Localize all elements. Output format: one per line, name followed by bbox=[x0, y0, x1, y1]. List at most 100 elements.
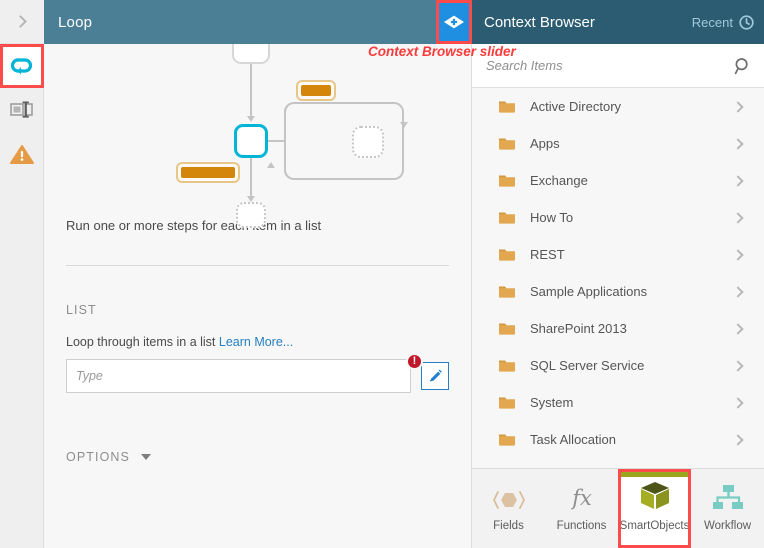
sidebar-item-warnings[interactable] bbox=[0, 132, 44, 176]
list-item-label: REST bbox=[530, 247, 565, 262]
list-item-label: SQL Server Service bbox=[530, 358, 645, 373]
folder-icon bbox=[499, 249, 515, 261]
list-item-label: Task Allocation bbox=[530, 432, 616, 447]
main-content-panel: Run one or more steps for each item in a… bbox=[44, 44, 472, 548]
folder-icon bbox=[499, 434, 515, 446]
list-item-label: Apps bbox=[530, 136, 560, 151]
tab-label: Workflow bbox=[703, 520, 752, 532]
recent-button[interactable]: Recent bbox=[692, 15, 754, 30]
warning-triangle-icon bbox=[10, 144, 34, 164]
tab-workflow[interactable]: Workflow bbox=[691, 469, 764, 548]
folder-icon bbox=[499, 360, 515, 372]
loop-wire-bottom bbox=[284, 102, 404, 180]
chevron-right-icon bbox=[14, 15, 27, 28]
arrow-back-to-loop bbox=[267, 162, 275, 168]
folder-icon bbox=[499, 323, 515, 335]
wire-loop-to-branch bbox=[268, 140, 286, 142]
edit-list-button[interactable] bbox=[421, 362, 449, 390]
list-item-label: System bbox=[530, 395, 574, 410]
search-input[interactable] bbox=[486, 58, 734, 73]
folder-list: Active Directory Apps Exchange How To RE… bbox=[472, 88, 764, 508]
learn-more-link[interactable]: Learn More... bbox=[219, 335, 293, 349]
collapse-panel-button[interactable] bbox=[0, 0, 44, 44]
chevron-right-icon[interactable] bbox=[732, 433, 744, 446]
options-toggle[interactable]: OPTIONS bbox=[66, 450, 449, 464]
field-label-text: Loop through items in a list bbox=[66, 335, 216, 349]
chevron-right-icon[interactable] bbox=[732, 137, 744, 150]
tab-fields[interactable]: Fields bbox=[472, 469, 545, 548]
sidebar-item-properties[interactable] bbox=[0, 88, 44, 132]
recent-label: Recent bbox=[691, 14, 733, 30]
folder-icon bbox=[499, 286, 515, 298]
list-input-row: ! bbox=[66, 353, 449, 393]
workflow-tag-large[interactable] bbox=[176, 162, 240, 183]
chevron-down-icon bbox=[140, 454, 151, 460]
wire-start-to-loop bbox=[250, 64, 252, 118]
list-input[interactable] bbox=[66, 359, 412, 393]
chevron-right-icon[interactable] bbox=[732, 322, 744, 335]
list-item[interactable]: SQL Server Service bbox=[472, 347, 764, 384]
list-item-label: Sample Applications bbox=[530, 284, 648, 299]
chevron-right-icon[interactable] bbox=[732, 174, 744, 187]
chevron-right-icon[interactable] bbox=[732, 248, 744, 261]
clock-icon bbox=[739, 14, 754, 30]
folder-icon bbox=[499, 101, 515, 113]
sidebar-item-loop[interactable] bbox=[0, 44, 44, 88]
wire-loop-to-next bbox=[250, 158, 252, 200]
folder-icon bbox=[499, 397, 515, 409]
list-item[interactable]: SharePoint 2013 bbox=[472, 310, 764, 347]
list-item-label: Exchange bbox=[530, 173, 588, 188]
workflow-hierarchy-icon bbox=[712, 485, 743, 509]
folder-icon bbox=[499, 138, 515, 150]
tab-label: SmartObjects bbox=[619, 520, 690, 532]
tab-functions[interactable]: fx Functions bbox=[545, 469, 618, 548]
loop-icon bbox=[10, 58, 33, 75]
workflow-node-placeholder-right[interactable] bbox=[352, 126, 384, 158]
context-browser-tabs: Fields fx Functions SmartObjects Workflo… bbox=[472, 468, 764, 548]
arrow-into-loop bbox=[247, 116, 255, 122]
list-item[interactable]: Task Allocation bbox=[472, 421, 764, 458]
smartobjects-cube-icon bbox=[640, 482, 669, 509]
chevron-right-icon[interactable] bbox=[732, 100, 744, 113]
app-root: Loop Context Browser slider Run one or m… bbox=[0, 0, 764, 548]
fields-icon bbox=[492, 491, 525, 509]
section-label-list: LIST bbox=[66, 303, 97, 317]
loop-config-form: Run one or more steps for each item in a… bbox=[44, 218, 471, 464]
field-label-row: Loop through items in a list Learn More.… bbox=[66, 335, 449, 349]
status-badge-error: ! bbox=[406, 353, 423, 370]
tab-label: Fields bbox=[493, 520, 524, 532]
workflow-diagram bbox=[44, 44, 471, 228]
context-browser-header: Context Browser Recent bbox=[472, 0, 764, 44]
functions-fx-icon: fx bbox=[570, 486, 592, 510]
list-item-label: How To bbox=[530, 210, 574, 225]
list-item-label: SharePoint 2013 bbox=[530, 321, 627, 336]
workflow-node-start[interactable] bbox=[232, 44, 270, 64]
list-item[interactable]: Sample Applications bbox=[472, 273, 764, 310]
divider bbox=[66, 265, 449, 266]
main-header: Loop bbox=[44, 0, 472, 44]
search-icon[interactable] bbox=[734, 57, 752, 75]
folder-icon bbox=[499, 212, 515, 224]
tab-smartobjects[interactable]: SmartObjects bbox=[618, 469, 691, 548]
arrow-into-branch bbox=[400, 122, 408, 128]
options-label: OPTIONS bbox=[66, 450, 130, 464]
workflow-node-placeholder-bottom[interactable] bbox=[236, 202, 266, 228]
chevron-right-icon[interactable] bbox=[732, 359, 744, 372]
list-item[interactable]: REST bbox=[472, 236, 764, 273]
workflow-tag-small[interactable] bbox=[296, 80, 336, 101]
tab-label: Functions bbox=[556, 520, 607, 532]
chevron-right-icon[interactable] bbox=[732, 285, 744, 298]
workflow-node-loop-selected[interactable] bbox=[234, 124, 268, 158]
chevron-right-icon[interactable] bbox=[732, 396, 744, 409]
list-item[interactable]: How To bbox=[472, 199, 764, 236]
chevron-right-icon[interactable] bbox=[732, 211, 744, 224]
list-item-label: Active Directory bbox=[530, 99, 622, 114]
list-item[interactable]: Exchange bbox=[472, 162, 764, 199]
list-item[interactable]: System bbox=[472, 384, 764, 421]
context-browser-slider-button[interactable] bbox=[436, 0, 472, 44]
list-item[interactable]: Active Directory bbox=[472, 88, 764, 125]
context-browser-title: Context Browser bbox=[484, 13, 595, 31]
pencil-icon bbox=[429, 369, 442, 381]
list-item[interactable]: Apps bbox=[472, 125, 764, 162]
context-browser-slider-icon bbox=[444, 15, 464, 29]
